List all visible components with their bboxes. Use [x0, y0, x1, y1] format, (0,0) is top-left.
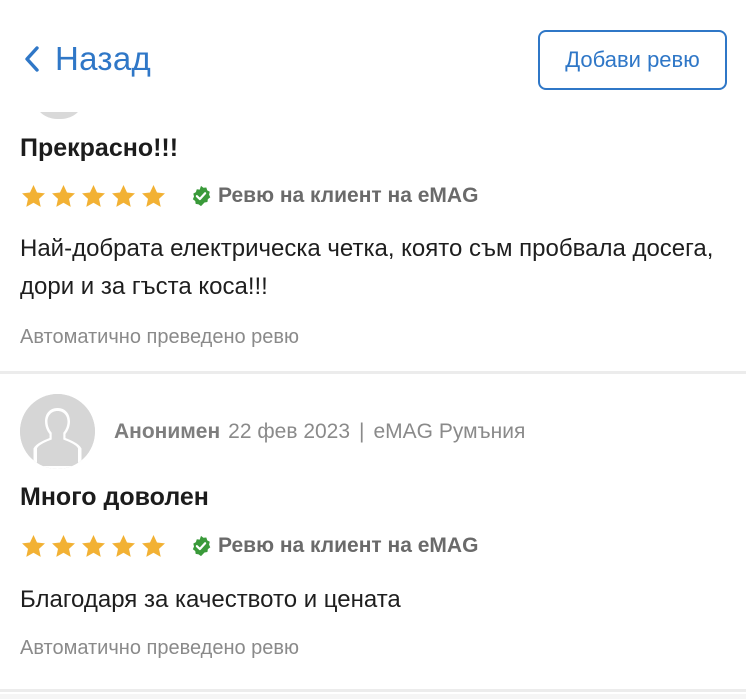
star-icon: [112, 534, 135, 557]
star-icon: [142, 184, 165, 207]
rating-row: Ревю на клиент на eMAG: [20, 532, 478, 560]
rating-row: Ревю на клиент на eMAG: [20, 182, 478, 210]
auto-translated-note: Автоматично преведено ревю: [20, 637, 300, 659]
back-button[interactable]: Назад: [22, 40, 151, 78]
review-title: Прекрасно!!!: [20, 134, 179, 162]
auto-translated-note: Автоматично преведено ревю: [20, 326, 300, 348]
review-source: eMAG Румъния: [373, 420, 526, 443]
author-name: Анонимен: [114, 420, 221, 443]
verified-badge: Ревю на клиент на eMAG: [190, 184, 478, 208]
review-card: Прекрасно!!! Ревю на клиент на eMAG Най-…: [0, 112, 746, 374]
top-bar: Назад Добави ревю: [0, 0, 746, 112]
review-title: Много доволен: [20, 483, 209, 511]
meta-separator: |: [359, 420, 365, 443]
chevron-left-icon: [25, 46, 39, 72]
star-icon: [52, 184, 75, 207]
verified-label: Ревю на клиент на eMAG: [218, 184, 479, 207]
add-review-button[interactable]: Добави ревю: [538, 30, 727, 90]
review-card: Анонимен 22 фев 2023 | eMAG Румъния Мног…: [0, 377, 746, 692]
review-text: Най-добрата електрическа четка, която съ…: [20, 235, 714, 300]
divider: [0, 694, 746, 699]
verified-check-icon: [192, 535, 211, 557]
verified-label: Ревю на клиент на eMAG: [218, 534, 479, 557]
star-icon: [82, 534, 105, 557]
star-icon: [22, 534, 45, 557]
star-icon: [22, 184, 45, 207]
back-label: Назад: [55, 40, 152, 77]
review-text: Благодаря за качеството и цената: [20, 586, 401, 613]
star-icon: [142, 534, 165, 557]
review-date: 22 фев 2023: [228, 420, 351, 443]
star-rating: [20, 533, 167, 560]
star-icon: [82, 184, 105, 207]
star-icon: [52, 534, 75, 557]
review-meta: Анонимен 22 фев 2023 | eMAG Румъния: [114, 420, 525, 444]
star-icon: [112, 184, 135, 207]
user-silhouette-icon: [20, 394, 95, 469]
star-rating: [20, 183, 167, 210]
verified-check-icon: [192, 185, 211, 207]
avatar: [20, 394, 95, 469]
verified-badge: Ревю на клиент на eMAG: [190, 534, 478, 558]
